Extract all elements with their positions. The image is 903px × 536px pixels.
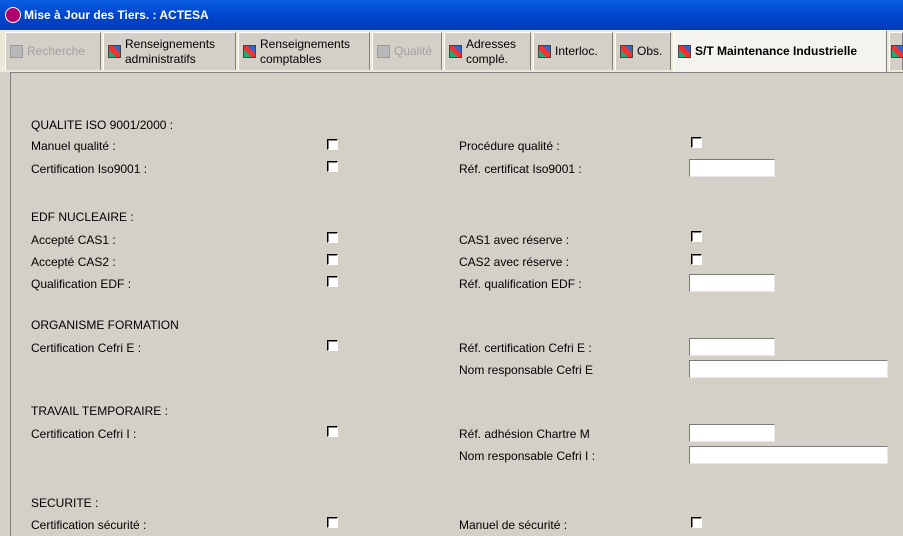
contact-icon	[538, 45, 551, 58]
accounting-icon	[243, 45, 256, 58]
certification-securite-label: Certification sécurité :	[31, 518, 147, 532]
manuel-qualite-checkbox[interactable]	[327, 139, 338, 150]
qualification-edf-label: Qualification EDF :	[31, 277, 132, 291]
search-icon	[10, 45, 23, 58]
tab-recherche[interactable]: Recherche	[5, 32, 101, 70]
certification-cefri-i-checkbox[interactable]	[327, 426, 338, 437]
tab-strip: Recherche Renseignements administratifs R…	[0, 30, 903, 72]
address-book-icon	[449, 45, 462, 58]
manuel-securite-label: Manuel de sécurité :	[459, 518, 568, 532]
tab-renseignements-comptables[interactable]: Renseignements comptables	[238, 32, 370, 70]
cas1-reserve-checkbox[interactable]	[691, 231, 702, 242]
tab-interloc[interactable]: Interloc.	[533, 32, 613, 70]
edf-heading: EDF NUCLEAIRE :	[31, 210, 134, 224]
accepte-cas2-label: Accepté CAS2 :	[31, 255, 116, 269]
ref-certificat-iso-label: Réf. certificat Iso9001 :	[459, 162, 582, 176]
ref-adhesion-chartre-label: Réf. adhésion Chartre M	[459, 427, 590, 441]
window-title: Mise à Jour des Tiers. : ACTESA	[24, 8, 209, 22]
tab-obs[interactable]: Obs.	[615, 32, 671, 70]
procedure-qualite-label: Procédure qualité :	[459, 139, 560, 153]
quality-icon	[377, 45, 390, 58]
manuel-qualite-label: Manuel qualité :	[31, 139, 116, 153]
securite-heading: SECURITE :	[31, 496, 99, 510]
temporaire-heading: TRAVAIL TEMPORAIRE :	[31, 404, 168, 418]
tab-qualite[interactable]: Qualité	[372, 32, 442, 70]
qualification-edf-checkbox[interactable]	[327, 276, 338, 287]
certification-securite-checkbox[interactable]	[327, 517, 338, 528]
ref-certification-cefri-e-input[interactable]	[689, 338, 775, 356]
formation-heading: ORGANISME FORMATION	[31, 318, 179, 332]
cas2-reserve-checkbox[interactable]	[691, 254, 702, 265]
iso-heading: QUALITE ISO 9001/2000 :	[31, 118, 174, 132]
maintenance-panel	[10, 72, 903, 536]
nom-responsable-cefri-e-input[interactable]	[689, 360, 888, 378]
ref-qualification-edf-input[interactable]	[689, 274, 775, 292]
tab-more[interactable]	[889, 32, 903, 70]
hand-icon	[891, 45, 903, 58]
certification-iso-label: Certification Iso9001 :	[31, 162, 148, 176]
nom-responsable-cefri-e-label: Nom responsable Cefri E	[459, 363, 594, 377]
title-bar: Mise à Jour des Tiers. : ACTESA	[0, 0, 903, 30]
tab-renseignements-administratifs[interactable]: Renseignements administratifs	[103, 32, 236, 70]
ref-adhesion-chartre-input[interactable]	[689, 424, 775, 442]
nom-responsable-cefri-i-input[interactable]	[689, 446, 888, 464]
manuel-securite-checkbox[interactable]	[691, 517, 702, 528]
tab-st-maintenance-industrielle[interactable]: S/T Maintenance Industrielle	[673, 30, 887, 72]
certification-cefri-i-label: Certification Cefri I :	[31, 427, 137, 441]
form-icon	[108, 45, 121, 58]
nom-responsable-cefri-i-label: Nom responsable Cefri I :	[459, 449, 596, 463]
notes-icon	[620, 45, 633, 58]
accepte-cas2-checkbox[interactable]	[327, 254, 338, 265]
certification-iso-checkbox[interactable]	[327, 161, 338, 172]
cas1-reserve-label: CAS1 avec réserve :	[459, 233, 570, 247]
accepte-cas1-label: Accepté CAS1 :	[31, 233, 116, 247]
certification-cefri-e-checkbox[interactable]	[327, 340, 338, 351]
certification-cefri-e-label: Certification Cefri E :	[31, 341, 142, 355]
ref-qualification-edf-label: Réf. qualification EDF :	[459, 277, 582, 291]
ref-certificat-iso-input[interactable]	[689, 159, 775, 177]
procedure-qualite-checkbox[interactable]	[691, 137, 702, 148]
edit-icon	[678, 45, 691, 58]
tab-adresses-comple[interactable]: Adresses complé.	[444, 32, 531, 70]
cas2-reserve-label: CAS2 avec réserve :	[459, 255, 570, 269]
app-icon	[5, 7, 21, 23]
ref-certification-cefri-e-label: Réf. certification Cefri E :	[459, 341, 592, 355]
accepte-cas1-checkbox[interactable]	[327, 232, 338, 243]
